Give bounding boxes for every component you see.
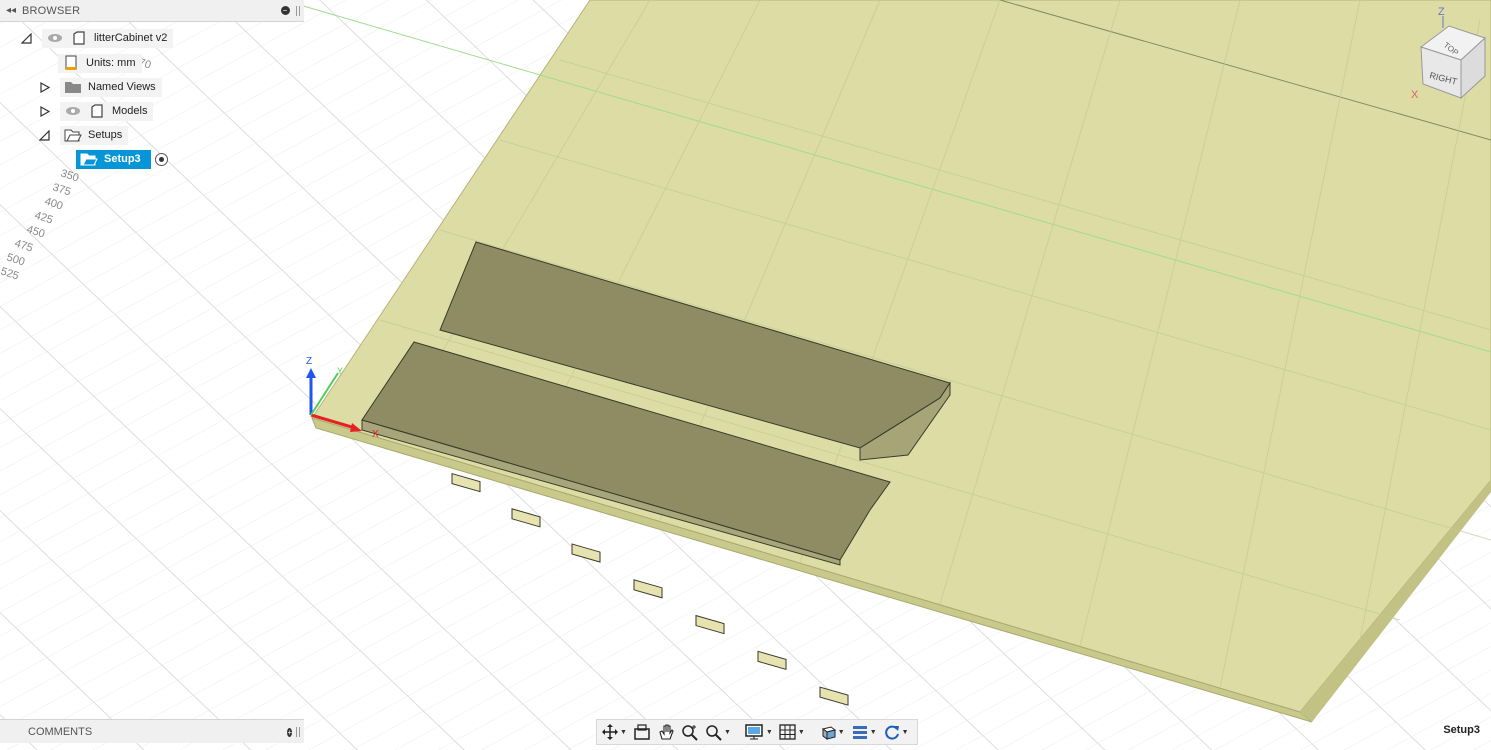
orbit-button[interactable]: ▼ <box>601 721 627 743</box>
pan-button[interactable] <box>657 721 675 743</box>
document-icon <box>62 55 80 71</box>
zoom-button[interactable] <box>681 721 699 743</box>
hand-icon <box>659 724 674 740</box>
document-name: litterCabinet v2 <box>94 32 168 44</box>
look-at-button[interactable] <box>633 721 651 743</box>
tree-item-setups[interactable]: Setups <box>38 125 129 145</box>
comments-grip-icon[interactable] <box>296 726 300 737</box>
cube-icon <box>821 726 836 740</box>
3d-viewport[interactable]: Z X Y 70 350 375 400 425 450 475 500 525 <box>0 0 1491 750</box>
tree-item-setup3[interactable]: Setup3 <box>76 149 168 169</box>
folder-icon <box>64 79 82 95</box>
zoom-window-button[interactable]: ▼ <box>705 721 731 743</box>
browser-title: BROWSER <box>22 4 81 17</box>
zoom-icon <box>682 725 698 741</box>
svg-text:Z: Z <box>306 356 312 367</box>
display-settings-button[interactable]: ▼ <box>745 721 773 743</box>
layers-icon <box>852 726 867 739</box>
eye-icon[interactable] <box>64 103 82 119</box>
collapse-triangle-icon[interactable] <box>20 32 32 44</box>
look-at-icon <box>634 724 650 740</box>
add-comment-button[interactable]: + <box>287 726 292 738</box>
grid-icon <box>779 724 796 740</box>
browser-grip-icon[interactable] <box>296 5 300 16</box>
svg-text:Y: Y <box>337 366 343 376</box>
view-cube[interactable]: TOP RIGHT Z X <box>1405 2 1491 102</box>
active-setup-label: Setup3 <box>1443 724 1480 736</box>
navigation-toolbar[interactable]: ▼ ▼ ▼ ▼ ▼ ▼ ▼ <box>596 719 918 745</box>
setup-folder-icon <box>64 127 82 143</box>
visual-style-button[interactable]: ▼ <box>819 721 845 743</box>
activate-radio-button[interactable] <box>154 152 168 166</box>
refresh-button[interactable]: ▼ <box>883 721 909 743</box>
comments-title: COMMENTS <box>28 725 93 738</box>
svg-text:X: X <box>1411 89 1419 101</box>
browser-minimize-button[interactable]: − <box>278 4 292 18</box>
zoom-window-icon <box>706 725 722 741</box>
tree-item-models[interactable]: Models <box>38 101 154 121</box>
layout-button[interactable]: ▼ <box>851 721 877 743</box>
collapse-triangle-icon[interactable] <box>38 129 50 141</box>
display-icon <box>745 724 763 740</box>
grid-settings-button[interactable]: ▼ <box>779 721 805 743</box>
expand-triangle-icon[interactable] <box>38 81 50 93</box>
tree-item-document[interactable]: litterCabinet v2 <box>20 28 174 48</box>
tree-item-named-views[interactable]: Named Views <box>38 77 162 97</box>
browser-panel[interactable]: ◂◂ BROWSER − <box>0 0 304 22</box>
component-icon <box>70 30 88 46</box>
refresh-icon <box>884 725 899 740</box>
svg-text:X: X <box>372 429 379 440</box>
eye-icon[interactable] <box>46 30 64 46</box>
expand-triangle-icon[interactable] <box>38 105 50 117</box>
comments-panel[interactable]: COMMENTS + <box>0 719 304 743</box>
collapse-browser-icon[interactable]: ◂◂ <box>0 5 22 16</box>
component-icon <box>88 103 106 119</box>
svg-text:Z: Z <box>1438 6 1445 18</box>
setup-folder-icon <box>80 151 98 167</box>
orbit-icon <box>602 724 618 740</box>
tree-item-units[interactable]: Units: mm <box>58 53 142 73</box>
